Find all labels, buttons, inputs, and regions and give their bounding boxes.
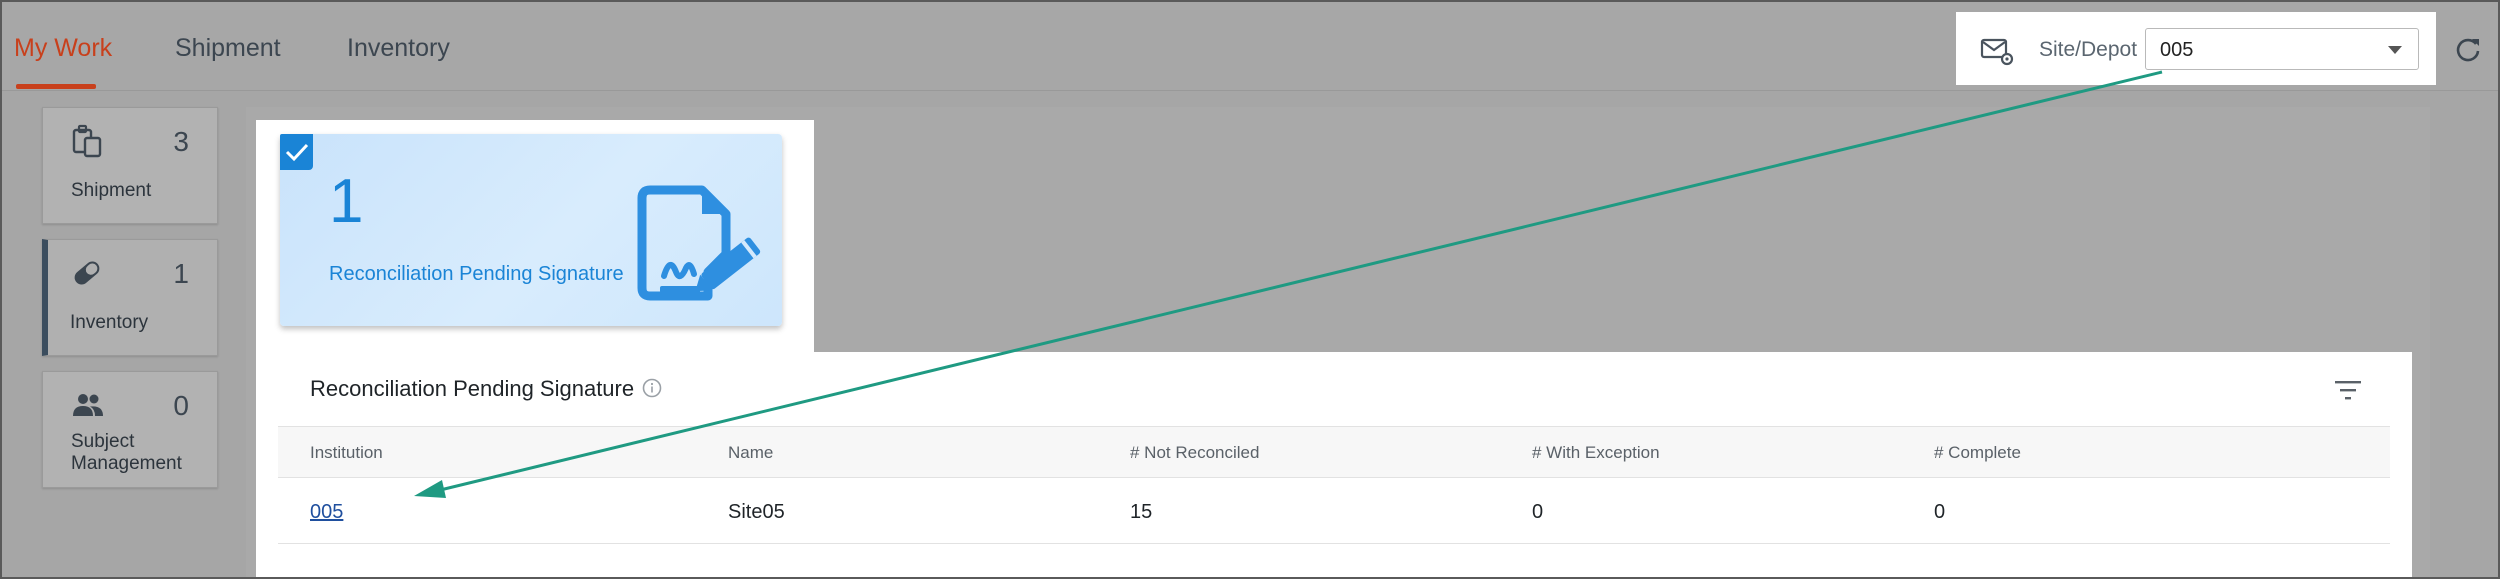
cell-with-exception: 0 xyxy=(1532,501,1544,523)
pill-icon xyxy=(74,261,100,285)
column-header-with-exception[interactable]: # With Exception xyxy=(1532,443,1660,463)
cell-name: Site05 xyxy=(728,501,785,523)
column-header-institution[interactable]: Institution xyxy=(310,443,383,463)
site-depot-label: Site/Depot xyxy=(2039,38,2138,61)
clipboard-copy-icon xyxy=(72,124,102,158)
refresh-icon[interactable] xyxy=(2454,35,2482,63)
info-icon[interactable] xyxy=(642,378,662,398)
table-header: Institution Name # Not Reconciled # With… xyxy=(278,426,2390,478)
kpi-card-reconciliation-pending[interactable]: 1 Reconciliation Pending Signature xyxy=(280,134,782,326)
app-window: My Work Shipment Inventory Site/Depot 00… xyxy=(0,0,2500,579)
cell-complete: 0 xyxy=(1934,501,1946,523)
cell-not-reconciled: 15 xyxy=(1130,501,1153,523)
site-depot-selector: Site/Depot 005 xyxy=(1956,12,2436,85)
table-row: 005 Site05 15 0 0 xyxy=(278,478,2390,544)
filter-icon[interactable] xyxy=(2334,379,2362,401)
column-header-complete[interactable]: # Complete xyxy=(1934,443,2021,463)
institution-link[interactable]: 005 xyxy=(310,501,343,524)
sidebar-item-label: Inventory xyxy=(70,312,149,333)
people-icon xyxy=(73,394,103,416)
checkbox-checked-icon xyxy=(280,134,313,170)
sidebar-item-label-line2: Management xyxy=(71,453,182,474)
site-depot-value: 005 xyxy=(2160,39,2194,61)
tab-my-work[interactable]: My Work xyxy=(14,34,112,63)
site-depot-dropdown[interactable]: 005 xyxy=(2145,28,2419,70)
mail-settings-icon xyxy=(1980,38,2014,66)
table-title: Reconciliation Pending Signature xyxy=(310,376,635,401)
kpi-label: Reconciliation Pending Signature xyxy=(329,263,624,285)
sidebar-item-label-line1: Subject xyxy=(71,431,135,452)
sidebar-item-shipment[interactable]: 3 Shipment xyxy=(42,107,218,224)
shipment-count: 3 xyxy=(173,126,189,157)
sidebar-item-inventory[interactable]: 1 Inventory xyxy=(42,239,218,356)
chevron-down-icon xyxy=(2388,46,2402,54)
kpi-count: 1 xyxy=(329,167,364,236)
sidebar-item-subject-management[interactable]: 0 Subject Management xyxy=(42,371,218,488)
column-header-not-reconciled[interactable]: # Not Reconciled xyxy=(1130,443,1259,463)
top-navigation: My Work Shipment Inventory Site/Depot 00… xyxy=(2,2,2498,91)
column-header-name[interactable]: Name xyxy=(728,443,773,463)
subject-management-count: 0 xyxy=(173,390,189,421)
tab-inventory[interactable]: Inventory xyxy=(347,34,450,63)
reconciliation-table-panel: Reconciliation Pending Signature Institu… xyxy=(256,352,2412,577)
sidebar-item-label: Shipment xyxy=(71,180,152,201)
document-signature-icon xyxy=(637,185,761,301)
tab-shipment[interactable]: Shipment xyxy=(175,34,281,63)
inventory-count: 1 xyxy=(173,258,189,289)
active-tab-indicator xyxy=(16,84,96,89)
